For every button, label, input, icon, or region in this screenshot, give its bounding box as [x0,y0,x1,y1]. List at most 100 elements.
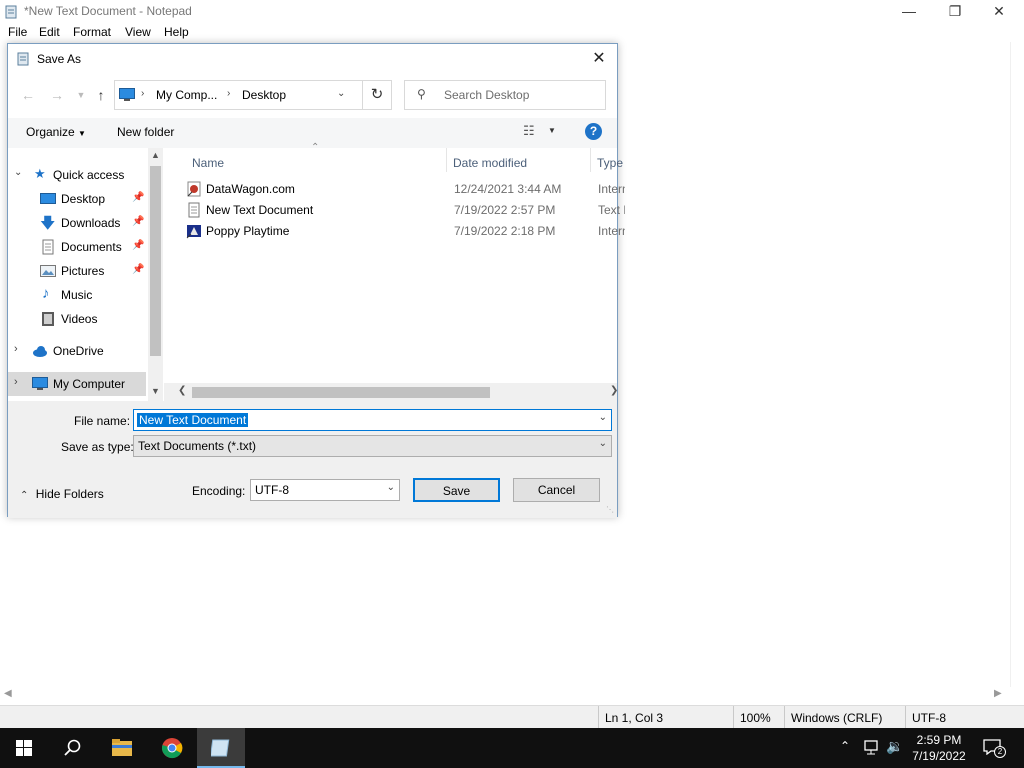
refresh-icon[interactable]: ↻ [362,80,392,110]
column-divider[interactable] [590,148,591,172]
tree-item-music[interactable]: ♪ Music [8,284,148,306]
tree-item-desktop[interactable]: Desktop 📌 [8,188,148,210]
back-arrow-icon[interactable]: ← [19,86,37,104]
notification-center-button[interactable]: 2 [980,736,1010,760]
save-as-type-select[interactable]: Text Documents (*.txt) ⌄ [133,435,612,457]
game-shortcut-icon [186,225,201,239]
tree-item-downloads[interactable]: 🡇 Downloads 📌 [8,212,148,234]
search-input[interactable]: ⚲ Search Desktop [404,80,606,110]
address-bar[interactable]: › My Comp... › Desktop ⌄ [114,80,363,110]
resize-grip-icon[interactable]: ⋱ [606,505,614,514]
videos-icon [42,312,54,326]
cancel-button[interactable]: Cancel [513,478,600,502]
organize-button[interactable]: Organize ▼ [26,125,86,139]
tree-item-my-computer[interactable]: › My Computer [8,372,146,396]
file-date: 12/24/2021 3:44 AM [454,182,562,196]
start-button[interactable] [0,728,48,768]
scroll-right-icon[interactable]: ▶ [994,688,1002,699]
menu-file[interactable]: File [8,25,27,39]
column-divider[interactable] [446,148,447,172]
tree-item-documents[interactable]: Documents 📌 [8,236,148,258]
expand-chevron-icon[interactable]: › [14,343,18,355]
clock[interactable]: 2:59 PM 7/19/2022 [910,732,968,764]
hide-folders-button[interactable]: ⌃ Hide Folders [20,487,104,501]
clock-date: 7/19/2022 [912,749,966,763]
maximize-button[interactable]: ❐ [932,0,978,24]
file-row-datawagon[interactable]: DataWagon.com 12/24/2021 3:44 AM Intern [184,179,625,199]
network-icon[interactable] [862,740,880,756]
scroll-up-icon[interactable]: ▲ [151,150,160,160]
desktop-icon [40,193,56,204]
column-header-type[interactable]: Type [597,156,623,170]
scroll-down-icon[interactable]: ▼ [151,386,160,396]
scroll-thumb[interactable] [192,387,490,398]
file-name-input[interactable]: New Text Document ⌄ [133,409,612,431]
chevron-down-icon[interactable]: ⌄ [599,412,607,423]
computer-icon [32,377,48,390]
breadcrumb-my-computer[interactable]: My Comp... [156,88,217,102]
search-icon: ⚲ [417,87,426,101]
file-date: 7/19/2022 2:18 PM [454,224,556,238]
expand-chevron-icon[interactable]: › [14,376,18,388]
file-name-label: File name: [74,414,131,428]
minimize-button[interactable]: — [886,0,932,24]
windows-logo-icon [16,740,32,756]
file-list-horizontal-scrollbar[interactable]: ❮ ❯ [164,383,618,401]
chrome-button[interactable] [148,728,196,768]
expand-chevron-icon[interactable]: ⌄ [14,167,22,178]
notepad-horizontal-scrollbar[interactable]: ◀ ▶ [0,687,1024,704]
file-row-new-text-document[interactable]: New Text Document 7/19/2022 2:57 PM Text… [184,200,625,220]
column-header-date-modified[interactable]: Date modified [453,156,527,170]
chevron-down-icon: ▼ [78,129,86,138]
dialog-titlebar: Save As ✕ [8,44,617,74]
internet-shortcut-icon [187,181,201,197]
save-as-dialog: Save As ✕ ← → ▼ ↑ › My Comp... › Desktop… [7,43,625,518]
tree-item-pictures[interactable]: Pictures 📌 [8,260,148,282]
close-button[interactable]: ✕ [976,0,1022,24]
navigation-pane: ⌄ ★ Quick access Desktop 📌 🡇 Downloads 📌… [8,148,163,401]
new-folder-button[interactable]: New folder [117,125,174,139]
recent-locations-chevron-icon[interactable]: ▼ [72,86,90,104]
view-options-icon[interactable]: ☷ [523,123,535,139]
menu-view[interactable]: View [125,25,151,39]
scroll-left-icon[interactable]: ❮ [178,385,186,396]
dialog-navigation-bar: ← → ▼ ↑ › My Comp... › Desktop ⌄ ↻ ⚲ Sea… [8,74,617,118]
notepad-taskbar-button[interactable] [197,728,245,768]
search-icon [64,739,81,756]
save-button[interactable]: Save [413,478,500,502]
status-encoding: UTF-8 [905,706,1024,730]
scroll-left-icon[interactable]: ◀ [4,688,12,699]
star-icon: ★ [34,166,46,181]
column-header-name[interactable]: Name [192,156,224,170]
file-row-poppy-playtime[interactable]: Poppy Playtime 7/19/2022 2:18 PM Intern [184,221,625,241]
dialog-close-button[interactable]: ✕ [585,47,613,71]
encoding-select[interactable]: UTF-8 ⌄ [250,479,400,501]
tree-item-videos[interactable]: Videos [8,308,148,330]
notepad-vertical-scrollbar[interactable] [1010,42,1024,687]
tree-item-quick-access[interactable]: ⌄ ★ Quick access [8,164,148,186]
view-chevron-down-icon[interactable]: ▼ [548,126,556,135]
file-type: Intern [598,224,625,238]
menu-help[interactable]: Help [164,25,189,39]
address-dropdown-chevron-icon[interactable]: ⌄ [337,88,345,99]
breadcrumb-desktop[interactable]: Desktop [242,88,286,102]
pictures-icon [40,265,56,277]
menu-format[interactable]: Format [73,25,111,39]
chevron-down-icon: ⌄ [386,482,395,493]
file-explorer-button[interactable] [98,728,146,768]
tree-item-onedrive[interactable]: › OneDrive [8,340,148,362]
volume-icon[interactable]: 🔉 [886,738,903,755]
up-arrow-icon[interactable]: ↑ [92,86,110,104]
file-list: ⌃ Name Date modified Type DataWagon.com … [164,142,625,401]
notepad-app-icon [17,52,29,66]
scroll-right-icon[interactable]: ❯ [610,385,618,396]
navigation-pane-scrollbar[interactable]: ▲ ▼ [148,148,163,401]
pin-icon: 📌 [132,240,145,251]
forward-arrow-icon[interactable]: → [48,86,66,104]
help-icon[interactable]: ? [585,123,602,140]
scroll-thumb[interactable] [150,166,161,356]
tree-label-onedrive: OneDrive [53,344,104,358]
search-button[interactable] [48,728,96,768]
menu-edit[interactable]: Edit [39,25,60,39]
show-hidden-icons-chevron-icon[interactable]: ⌃ [840,739,850,753]
